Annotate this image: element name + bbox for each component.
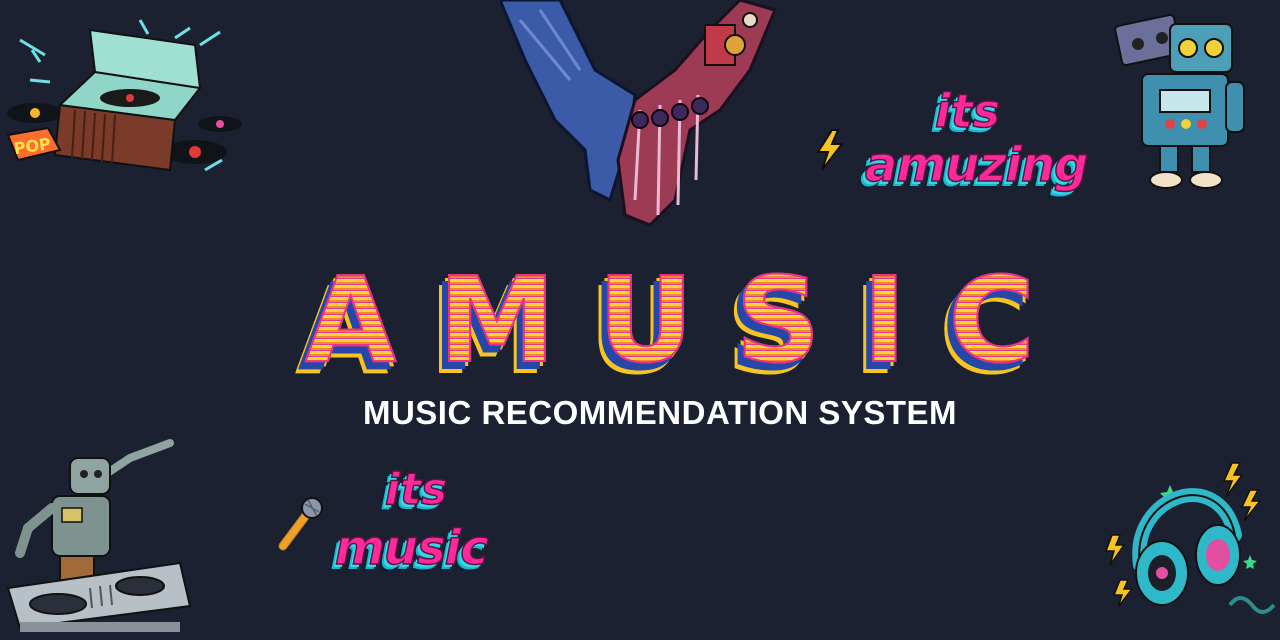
sticker-its-top: its [934, 84, 1001, 138]
title-letter-c: C [947, 251, 1036, 389]
title-letter-s: S [735, 251, 822, 389]
sticker-music: music [334, 520, 489, 576]
title-letter-a: A [304, 251, 397, 389]
robot-dj-icon [0, 438, 195, 633]
cassette-robot-icon [1110, 12, 1260, 197]
lightning-icon [812, 128, 848, 172]
sticker-its-bottom: its [384, 464, 448, 515]
app-title: A M U S I C [304, 250, 1036, 390]
headphones-icon [1100, 455, 1280, 635]
svg-text:POP: POP [13, 134, 53, 158]
title-letter-u: U [597, 251, 695, 389]
title-letter-i: I [862, 251, 908, 389]
microphone-icon [275, 496, 325, 554]
subtitle: MUSIC RECOMMENDATION SYSTEM [362, 394, 958, 431]
human-robot-hands-icon [498, 0, 780, 240]
record-player-icon: POP [0, 10, 250, 180]
sticker-amuzing: amuzing [864, 137, 1089, 193]
title-letter-m: M [437, 251, 556, 389]
